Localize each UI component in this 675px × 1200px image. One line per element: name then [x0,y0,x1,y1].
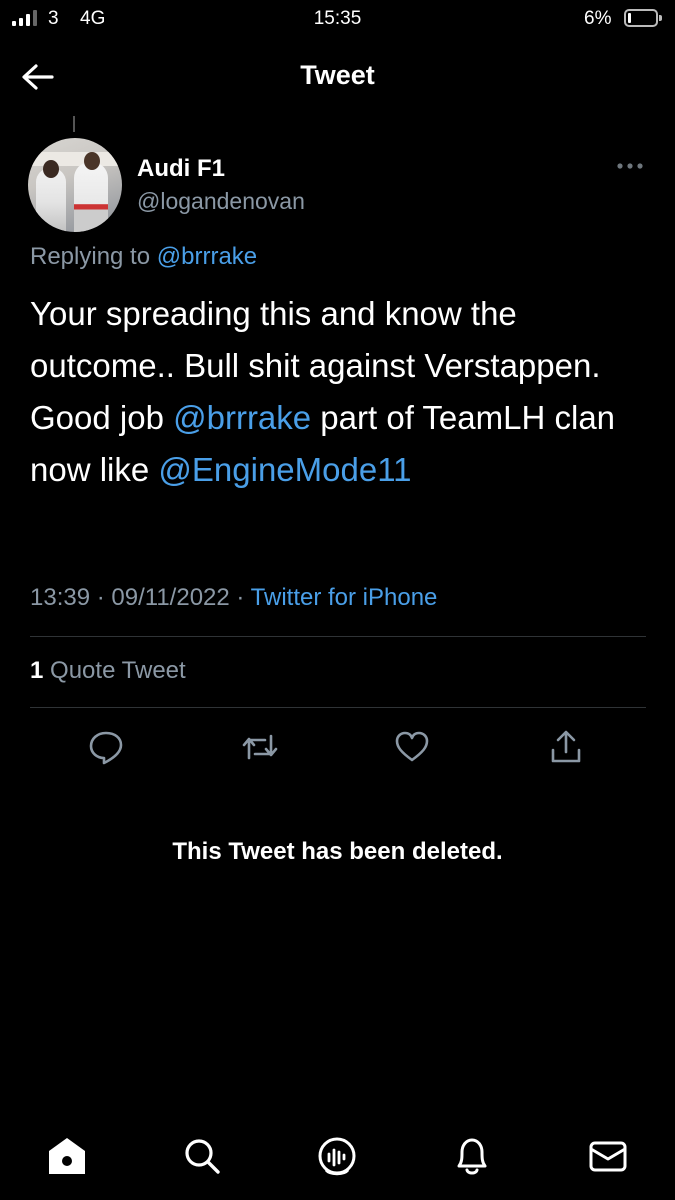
page-title: Tweet [300,60,375,90]
tweet-date: 09/11/2022 [111,584,230,611]
quote-count: 1 [30,657,44,684]
replying-to: Replying to @brrrake [30,243,257,271]
messages-icon[interactable] [586,1134,630,1178]
more-options-icon[interactable] [614,160,646,172]
home-icon[interactable] [45,1134,89,1178]
battery-icon [624,9,662,27]
divider [30,636,646,637]
clock: 15:35 [313,8,362,29]
avatar[interactable] [28,138,122,232]
notifications-icon[interactable] [450,1134,494,1178]
meta-separator: · [96,584,105,611]
quote-tweets-link[interactable]: 1 Quote Tweet [30,657,186,685]
like-icon[interactable] [393,728,431,766]
retweet-icon[interactable] [241,728,279,766]
mention-link[interactable]: @EngineMode11 [158,451,411,488]
reply-icon[interactable] [87,728,125,766]
tweet-meta: 13:39 · 09/11/2022 · Twitter for iPhone [30,584,437,612]
deleted-tweet-notice: This Tweet has been deleted. [172,838,503,865]
battery-percent: 6% [584,8,612,29]
divider [30,707,646,708]
replying-to-mention[interactable]: @brrrake [157,243,257,270]
tweet-source-link[interactable]: Twitter for iPhone [251,584,438,611]
tweet-time: 13:39 [30,584,91,611]
user-handle[interactable]: @logandenovan [137,188,305,215]
replying-prefix: Replying to [30,243,151,270]
spaces-icon[interactable] [315,1134,359,1178]
tweet-text: Your spreading this and know the outcome… [30,288,650,496]
thread-connector [73,116,75,132]
status-bar: 3 4G 15:35 6% [0,0,675,38]
meta-separator: · [236,584,245,611]
mention-link[interactable]: @brrrake [173,399,311,436]
search-icon[interactable] [180,1134,224,1178]
display-name[interactable]: Audi F1 [137,155,225,183]
quote-label: Quote Tweet [50,657,186,684]
share-icon[interactable] [547,728,585,766]
